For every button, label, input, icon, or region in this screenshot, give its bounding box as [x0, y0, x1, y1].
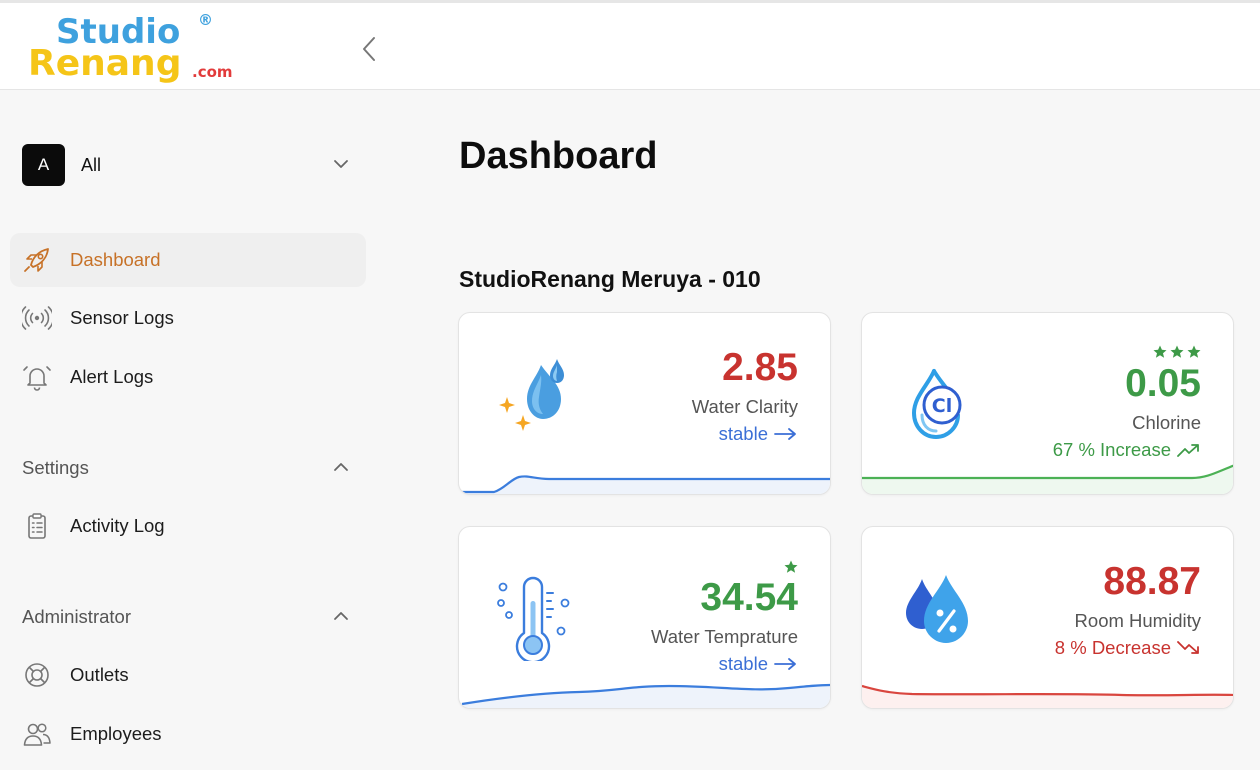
- lifebuoy-icon: [25, 663, 49, 687]
- studio-renang-logo[interactable]: Studio ® Renang .com: [26, 9, 238, 89]
- sidebar-item-label: Sensor Logs: [70, 307, 174, 328]
- section-title-settings: Settings: [22, 457, 89, 478]
- clipboard-list-icon: [28, 513, 46, 539]
- sidebar-item-activity-log[interactable]: Activity Log: [10, 499, 366, 553]
- card-value: 34.54: [700, 576, 798, 619]
- chlorine-sparkline: [862, 464, 1233, 494]
- sidebar-item-label: Employees: [70, 723, 162, 744]
- section-title-administrator: Administrator: [22, 606, 131, 627]
- outlet-title: StudioRenang Meruya - 010: [459, 266, 761, 292]
- card-value: 88.87: [1103, 560, 1201, 603]
- card-value: 2.85: [722, 346, 798, 389]
- sidebar-item-employees[interactable]: Employees: [10, 707, 366, 761]
- sidebar-item-label: Outlets: [70, 664, 129, 685]
- sidebar-item-dashboard[interactable]: Dashboard: [10, 233, 366, 287]
- card-label: Water Temprature: [650, 626, 798, 647]
- sidebar-item-label: Activity Log: [70, 515, 165, 536]
- outlet-selector-label: All: [81, 155, 102, 175]
- broadcast-signal-icon: [22, 306, 52, 330]
- sidebar-item-alert-logs[interactable]: Alert Logs: [10, 350, 366, 404]
- section-settings-toggle[interactable]: Settings: [22, 453, 362, 483]
- section-administrator-toggle[interactable]: Administrator: [22, 602, 362, 632]
- rocket-icon: [24, 248, 49, 272]
- sidebar-item-label: Dashboard: [70, 249, 161, 270]
- rating-stars: [1153, 345, 1201, 359]
- sidebar-collapse-button[interactable]: [356, 33, 384, 65]
- svg-text:Renang: Renang: [28, 43, 181, 84]
- water-drops-sparkle-icon: [499, 359, 564, 431]
- chevron-down-icon: [334, 160, 348, 168]
- sidebar-item-label: Alert Logs: [70, 366, 154, 387]
- chevron-up-icon: [334, 463, 348, 471]
- chlorine-drop-icon: Cl: [911, 369, 962, 440]
- water-clarity-card[interactable]: 2.85 Water Clarity stable: [458, 312, 831, 495]
- star-icon: [1187, 345, 1201, 358]
- water-temperature-sparkline: [459, 683, 830, 708]
- card-label: Chlorine: [1132, 412, 1201, 433]
- outlet-selector[interactable]: A All: [22, 144, 362, 186]
- users-icon: [23, 723, 51, 746]
- card-value: 0.05: [1125, 362, 1201, 405]
- outlet-avatar: A: [22, 144, 65, 186]
- svg-text:.com: .com: [192, 63, 233, 81]
- star-icon: [1153, 345, 1167, 358]
- chevron-up-icon: [334, 612, 348, 620]
- page-title: Dashboard: [459, 135, 658, 177]
- alarm-bell-icon: [23, 366, 51, 391]
- svg-text:Cl: Cl: [932, 395, 952, 417]
- star-icon: [1170, 345, 1184, 358]
- rating-stars: [784, 560, 798, 574]
- room-humidity-sparkline: [862, 684, 1233, 708]
- card-label: Room Humidity: [1074, 610, 1201, 631]
- star-icon: [784, 560, 798, 573]
- svg-text:®: ®: [198, 11, 213, 29]
- card-label: Water Clarity: [691, 396, 798, 417]
- sidebar: A All Dashboard Sensor Logs Alert Logs S…: [0, 91, 390, 770]
- chevron-left-icon: [363, 37, 375, 61]
- humidity-drops-icon: [906, 575, 968, 643]
- sidebar-item-outlets[interactable]: Outlets: [10, 648, 366, 702]
- room-humidity-card[interactable]: 88.87 Room Humidity 8 % Decrease: [861, 526, 1234, 709]
- water-temperature-card[interactable]: 34.54 Water Temprature stable: [458, 526, 831, 709]
- water-clarity-sparkline: [459, 475, 830, 494]
- chlorine-card[interactable]: Cl 0.05 Chlorine 67 % Increase: [861, 312, 1234, 495]
- sidebar-item-sensor-logs[interactable]: Sensor Logs: [10, 291, 366, 345]
- top-bar: Studio ® Renang .com: [0, 0, 1260, 90]
